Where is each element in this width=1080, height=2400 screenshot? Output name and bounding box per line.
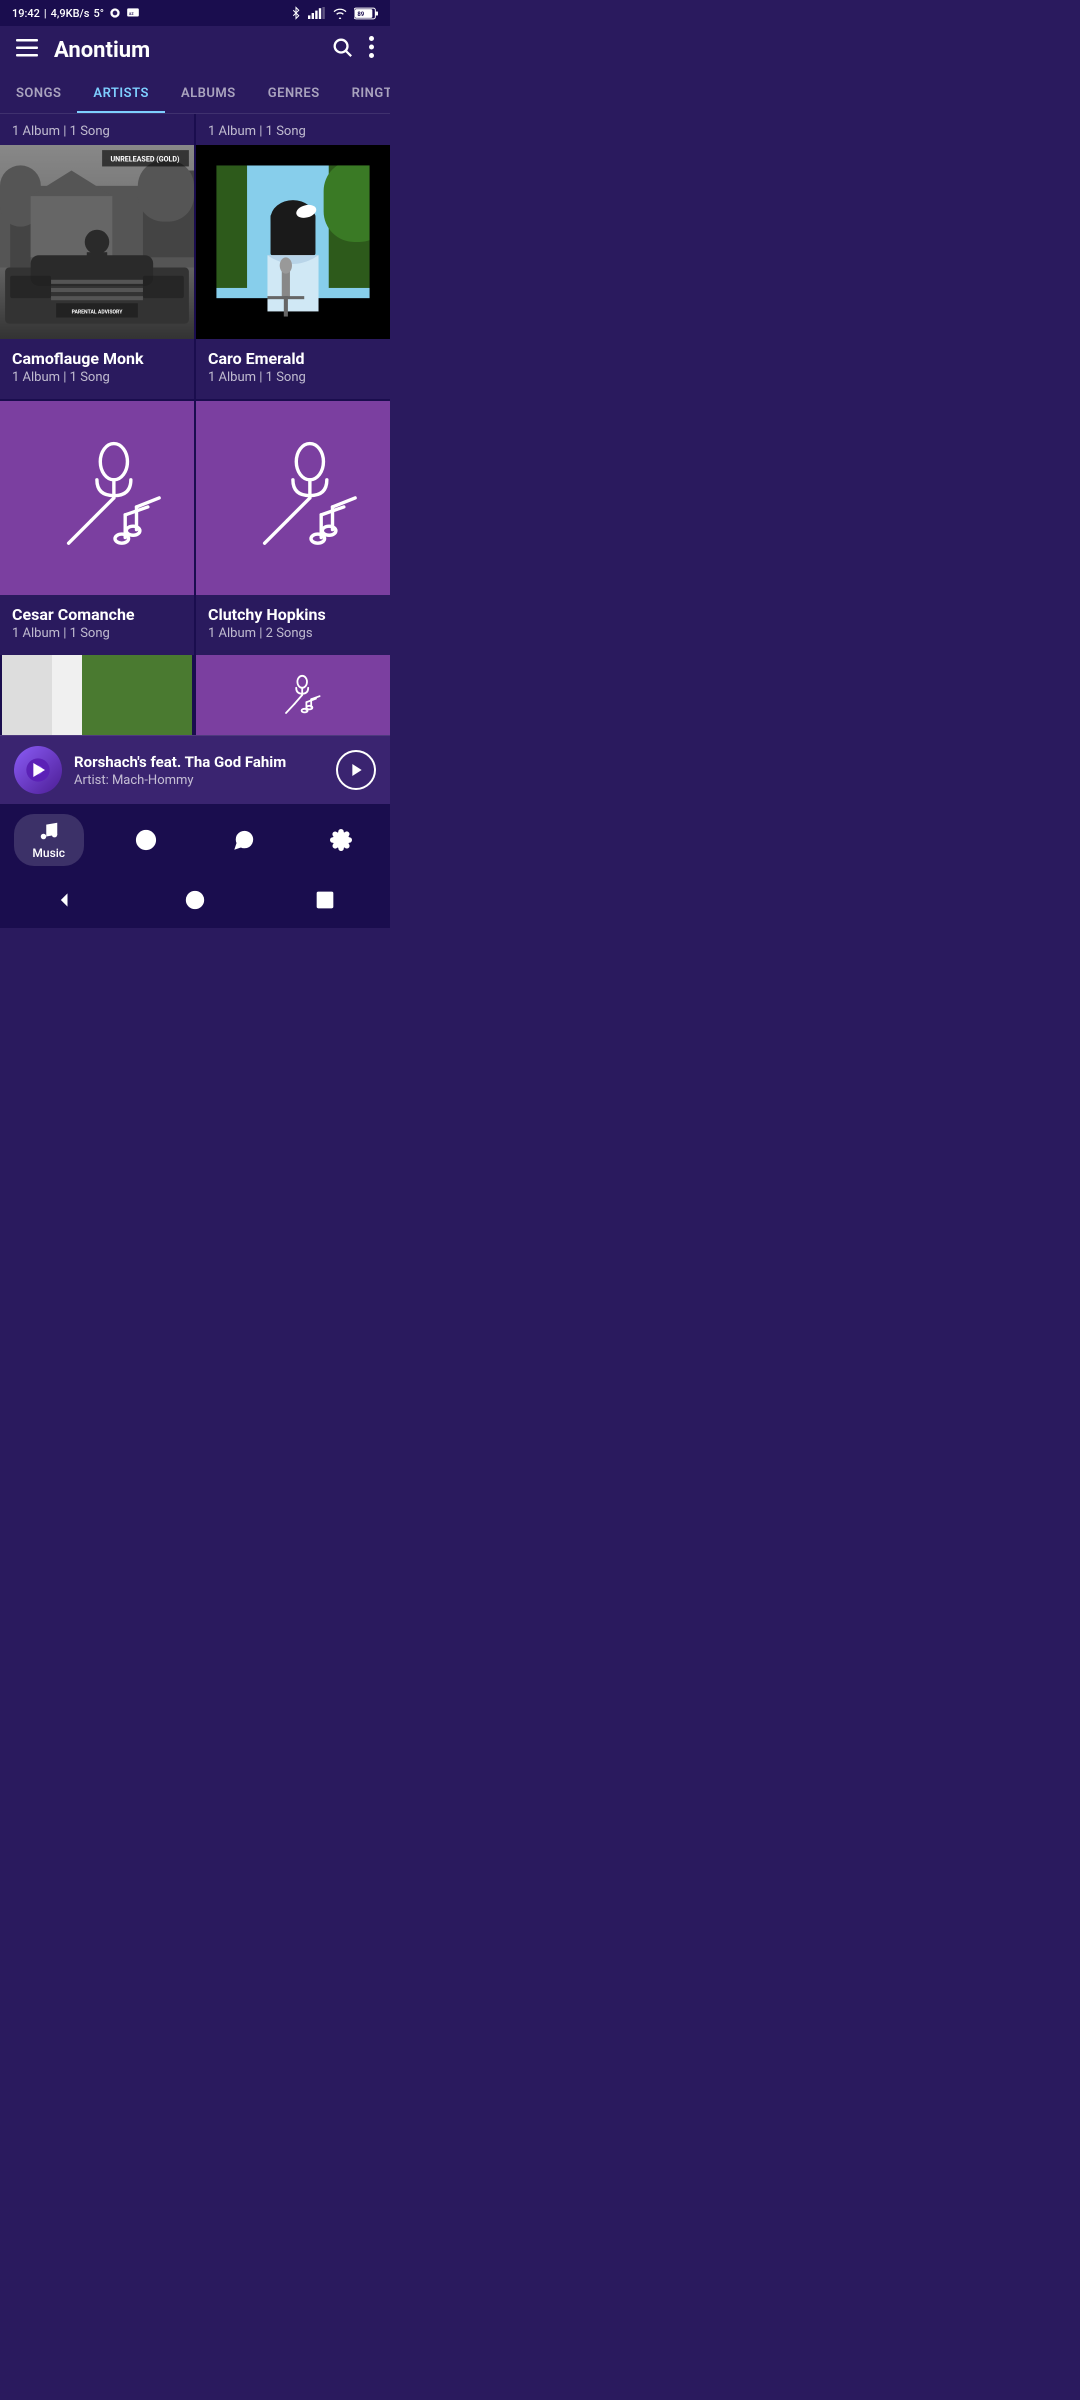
artist-card-camoflauge-monk[interactable]: PARENTAL ADVISORY UNRELEASED (GOLD) Camo… [0,145,194,399]
artist-grid: PARENTAL ADVISORY UNRELEASED (GOLD) Camo… [0,145,390,655]
now-playing-bar: Rorshach's feat. Tha God Fahim Artist: M… [0,735,390,804]
artist-image-caro-emerald [196,145,390,339]
artist-info-cesar-comanche: Cesar Comanche 1 Album | 1 Song [0,595,194,655]
bottom-nav: Music [0,804,390,876]
bluetooth-icon [290,6,302,20]
hamburger-button[interactable] [16,38,38,63]
nav-music[interactable]: Music [14,814,84,866]
above-fold-meta: 1 Album | 1 Song 1 Album | 1 Song [0,114,390,145]
home-button[interactable] [181,886,209,914]
svg-text:UNRELEASED (GOLD): UNRELEASED (GOLD) [110,154,179,163]
svg-text:PARENTAL ADVISORY: PARENTAL ADVISORY [72,309,124,315]
tab-songs[interactable]: SONGS [0,74,77,113]
artist-info-caro-emerald: Caro Emerald 1 Album | 1 Song [196,339,390,399]
artist-meta-camoflauge-monk: 1 Album | 1 Song [12,370,182,385]
wifi-icon [332,6,348,20]
artist-info-clutchy-hopkins: Clutchy Hopkins 1 Album | 2 Songs [196,595,390,655]
partial-card-1[interactable] [0,655,194,735]
partial-card-2[interactable] [196,655,390,735]
status-bar: 19:42 | 4,9KB/s 5° az 89 [0,0,390,26]
nav-settings[interactable] [306,823,376,857]
now-playing-play-button[interactable] [336,750,376,790]
battery-icon: 89 [354,7,378,20]
artist-card-caro-emerald[interactable]: Caro Emerald 1 Album | 1 Song [196,145,390,399]
settings-gear-icon [330,829,352,851]
artist-info-camoflauge-monk: Camoflauge Monk 1 Album | 1 Song [0,339,194,399]
status-left: 19:42 | 4,9KB/s 5° az [12,6,140,20]
whatsapp-icon [233,829,255,851]
separator: | [44,7,47,20]
more-options-button[interactable] [369,36,374,64]
svg-text:89: 89 [357,11,364,18]
system-nav [0,876,390,928]
artist-name-camoflauge-monk: Camoflauge Monk [12,349,182,368]
artist-card-cesar-comanche[interactable]: Cesar Comanche 1 Album | 1 Song [0,401,194,655]
tabs-bar: SONGS ARTISTS ALBUMS GENRES RINGTONES [0,74,390,114]
nav-music-label: Music [32,846,65,860]
header: Anontium [0,26,390,74]
degree: 5° [93,7,103,20]
record-icon [108,6,122,20]
now-playing-artist: Artist: Mach-Hommy [74,773,324,788]
tab-artists[interactable]: ARTISTS [77,74,165,113]
tab-genres[interactable]: GENRES [252,74,336,113]
above-fold-meta-right: 1 Album | 1 Song [208,124,306,139]
partial-placeholder-2 [196,655,390,735]
svg-text:az: az [129,12,135,17]
now-playing-title: Rorshach's feat. Tha God Fahim [74,753,324,771]
artist-name-cesar-comanche: Cesar Comanche [12,605,182,624]
artist-placeholder-clutchy-hopkins [196,401,390,595]
app-title: Anontium [54,38,315,63]
artist-meta-caro-emerald: 1 Album | 1 Song [208,370,378,385]
now-playing-thumbnail [14,746,62,794]
artist-card-clutchy-hopkins[interactable]: Clutchy Hopkins 1 Album | 2 Songs [196,401,390,655]
above-fold-meta-left: 1 Album | 1 Song [12,124,110,139]
status-right: 89 [290,6,378,20]
now-playing-info: Rorshach's feat. Tha God Fahim Artist: M… [74,753,324,788]
signal-icon [308,6,326,20]
time: 19:42 [12,7,40,20]
search-button[interactable] [331,36,353,64]
play-circle-icon [135,829,157,851]
artist-meta-cesar-comanche: 1 Album | 1 Song [12,626,182,641]
nav-play[interactable] [111,823,181,857]
amazon-icon: az [126,6,140,20]
artist-image-camoflauge-monk: PARENTAL ADVISORY UNRELEASED (GOLD) [0,145,194,339]
tab-ringtones[interactable]: RINGTONES [336,74,390,113]
tab-albums[interactable]: ALBUMS [165,74,252,113]
artist-meta-clutchy-hopkins: 1 Album | 2 Songs [208,626,378,641]
music-note-icon [38,820,60,842]
data-speed: 4,9KB/s [51,7,90,20]
partial-artist-row [0,655,390,735]
artist-placeholder-cesar-comanche [0,401,194,595]
artist-name-caro-emerald: Caro Emerald [208,349,378,368]
nav-share[interactable] [209,823,279,857]
back-button[interactable] [51,886,79,914]
recents-button[interactable] [311,886,339,914]
artist-name-clutchy-hopkins: Clutchy Hopkins [208,605,378,624]
